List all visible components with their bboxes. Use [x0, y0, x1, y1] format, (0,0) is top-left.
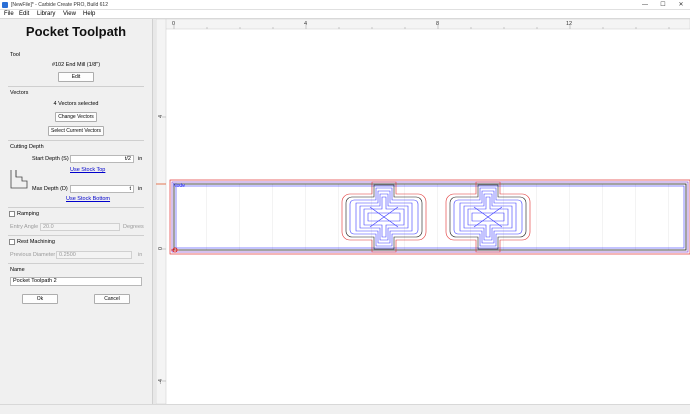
divider	[8, 86, 144, 87]
previous-diameter-input[interactable]: 0.2500	[56, 251, 132, 259]
close-window-button[interactable]: ✕	[672, 0, 690, 10]
entry-angle-unit: Degrees	[123, 224, 144, 230]
toolpath-view[interactable]: 0 4 8 12 4 0 -4 Node	[156, 19, 690, 404]
max-depth-unit: in	[138, 186, 143, 192]
select-current-vectors-button[interactable]: Select Current Vectors	[48, 126, 104, 136]
previous-diameter-label: Previous Diameter	[10, 252, 56, 258]
start-depth-label: Start Depth (S)	[32, 156, 69, 162]
start-depth-input[interactable]: t/2	[70, 155, 134, 163]
ruler-left-label: 0	[158, 247, 164, 250]
menu-view[interactable]: View	[63, 10, 76, 19]
status-bar	[0, 404, 690, 414]
use-stock-top-link[interactable]: Use Stock Top	[70, 167, 105, 173]
window-title: [NewFile]* - Carbide Create PRO, Build 6…	[11, 2, 108, 8]
ruler-left-label: -4	[158, 379, 164, 384]
ok-button[interactable]: Ok	[22, 294, 58, 304]
ruler-top-label: 4	[304, 21, 307, 27]
stock-grid	[174, 184, 686, 250]
top-ruler	[156, 19, 690, 30]
name-section-label: Name	[10, 267, 25, 273]
entry-angle-label: Entry Angle	[10, 224, 39, 230]
ramping-label: Ramping	[17, 211, 40, 217]
rest-machining-label: Rest Machining	[17, 239, 55, 245]
divider	[8, 207, 144, 208]
divider	[8, 263, 144, 264]
tool-name: #102 End Mill (1/8")	[51, 62, 101, 68]
vectors-section-label: Vectors	[10, 90, 29, 96]
divider	[8, 140, 144, 141]
depth-diagram-icon	[10, 170, 28, 189]
ramping-checkbox[interactable]	[9, 211, 15, 217]
menu-file[interactable]: File	[4, 10, 14, 19]
menu-bar: File Edit Library View Help	[0, 10, 690, 19]
start-depth-unit: in	[138, 156, 143, 162]
design-canvas[interactable]: 0 4 8 12 4 0 -4 Node	[156, 19, 690, 404]
ruler-top-label: 8	[436, 21, 439, 27]
ruler-left-label: 4	[158, 115, 164, 118]
rest-machining-checkbox[interactable]	[9, 239, 15, 245]
menu-help[interactable]: Help	[83, 10, 95, 19]
vectors-selected-count: 4 Vectors selected	[53, 101, 99, 107]
previous-diameter-unit: in	[138, 252, 143, 258]
left-ruler	[156, 19, 167, 404]
ruler-top-label: 0	[172, 21, 175, 27]
edit-tool-button[interactable]: Edit	[58, 72, 94, 82]
pocket-toolpath-panel: Pocket Toolpath Tool #102 End Mill (1/8"…	[0, 19, 152, 404]
divider	[8, 235, 144, 236]
maximize-button[interactable]: ☐	[654, 0, 672, 10]
cutting-depth-section-label: Cutting Depth	[10, 144, 44, 150]
use-stock-bottom-link[interactable]: Use Stock Bottom	[66, 196, 110, 202]
tool-section-label: Tool	[10, 52, 21, 58]
ruler-top-label: 12	[566, 21, 572, 27]
panel-title: Pocket Toolpath	[25, 24, 127, 39]
toolpath-name-input[interactable]: Pocket Toolpath 2	[10, 277, 142, 286]
menu-edit[interactable]: Edit	[19, 10, 29, 19]
entry-angle-input[interactable]: 20.0	[40, 223, 120, 231]
minimize-button[interactable]: —	[636, 0, 654, 10]
max-depth-input[interactable]: t	[70, 185, 134, 193]
node-label: Node	[173, 183, 185, 189]
max-depth-label: Max Depth (D)	[32, 186, 68, 192]
app-icon	[2, 2, 8, 8]
menu-library[interactable]: Library	[37, 10, 55, 19]
title-bar: [NewFile]* - Carbide Create PRO, Build 6…	[0, 0, 690, 10]
cancel-button[interactable]: Cancel	[94, 294, 130, 304]
change-vectors-button[interactable]: Change Vectors	[55, 112, 97, 122]
